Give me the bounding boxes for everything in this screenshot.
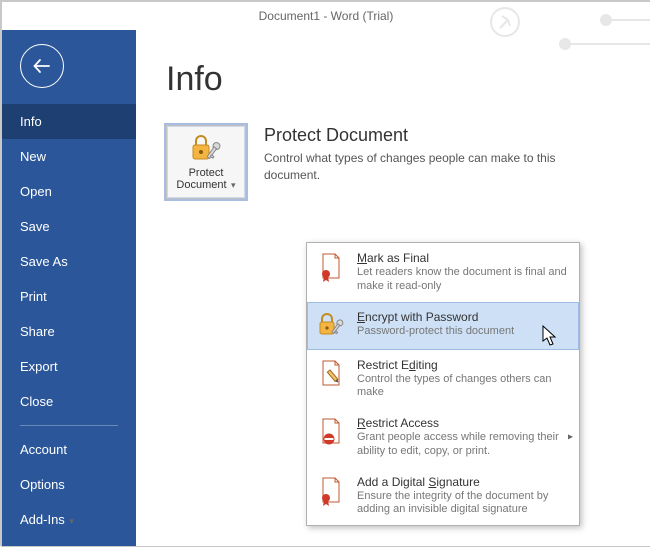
nav-close[interactable]: Close bbox=[2, 384, 136, 419]
nav-options[interactable]: Options bbox=[2, 467, 136, 502]
section-desc: Control what types of changes people can… bbox=[264, 150, 584, 184]
nav-addins[interactable]: Add-Ins ▾ bbox=[2, 502, 136, 537]
menu-item-desc: Grant people access while removing their… bbox=[357, 431, 569, 459]
menu-item-title: Restrict Access bbox=[357, 416, 569, 430]
lock-key-icon bbox=[315, 310, 347, 342]
nav-export[interactable]: Export bbox=[2, 349, 136, 384]
nav-save[interactable]: Save bbox=[2, 209, 136, 244]
page-ribbon-icon bbox=[315, 251, 347, 283]
menu-item-desc: Control the types of changes others can … bbox=[357, 373, 569, 401]
menu-item-desc: Let readers know the document is final a… bbox=[357, 266, 569, 294]
submenu-arrow-icon: ▸ bbox=[568, 432, 573, 443]
nav-new[interactable]: New bbox=[2, 139, 136, 174]
cursor-icon bbox=[542, 325, 558, 347]
menu-restrict-editing[interactable]: Restrict Editing Control the types of ch… bbox=[307, 350, 579, 409]
window-title: Document1 - Word (Trial) bbox=[259, 9, 394, 23]
menu-item-desc: Ensure the integrity of the document by … bbox=[357, 490, 569, 518]
menu-item-desc: Password-protect this document bbox=[357, 325, 569, 339]
nav-save-as[interactable]: Save As bbox=[2, 244, 136, 279]
menu-digital-signature[interactable]: Add a Digital Signature Ensure the integ… bbox=[307, 467, 579, 526]
menu-item-title: Mark as Final bbox=[357, 251, 569, 265]
nav-open[interactable]: Open bbox=[2, 174, 136, 209]
page-pencil-icon bbox=[315, 358, 347, 390]
menu-item-title: Restrict Editing bbox=[357, 358, 569, 372]
protect-document-button[interactable]: Protect Document ▾ bbox=[166, 125, 246, 199]
nav-separator bbox=[20, 425, 118, 426]
backstage-sidebar: Info New Open Save Save As Print Share E… bbox=[2, 30, 136, 546]
main-pane: Info Protect Document ▾ Protect Document… bbox=[136, 30, 650, 546]
lock-key-icon bbox=[189, 133, 223, 163]
chevron-down-icon: ▾ bbox=[229, 180, 236, 190]
section-title: Protect Document bbox=[264, 125, 584, 146]
title-bar: Document1 - Word (Trial) bbox=[2, 2, 650, 30]
back-arrow-icon bbox=[31, 55, 53, 77]
menu-item-title: Encrypt with Password bbox=[357, 310, 569, 324]
page-ribbon-icon bbox=[315, 475, 347, 507]
nav-print[interactable]: Print bbox=[2, 279, 136, 314]
back-button[interactable] bbox=[20, 44, 64, 88]
nav-share[interactable]: Share bbox=[2, 314, 136, 349]
page-prohibit-icon bbox=[315, 416, 347, 448]
nav-account[interactable]: Account bbox=[2, 432, 136, 467]
page-title: Info bbox=[166, 60, 626, 99]
protect-document-menu: Mark as Final Let readers know the docum… bbox=[306, 242, 580, 526]
chevron-down-icon: ▾ bbox=[67, 516, 74, 526]
menu-item-title: Add a Digital Signature bbox=[357, 475, 569, 489]
menu-restrict-access[interactable]: Restrict Access Grant people access whil… bbox=[307, 408, 579, 467]
menu-encrypt-password[interactable]: Encrypt with Password Password-protect t… bbox=[307, 302, 579, 350]
nav-info[interactable]: Info bbox=[2, 104, 136, 139]
menu-mark-as-final[interactable]: Mark as Final Let readers know the docum… bbox=[307, 243, 579, 302]
protect-button-label: Protect Document ▾ bbox=[167, 167, 245, 191]
